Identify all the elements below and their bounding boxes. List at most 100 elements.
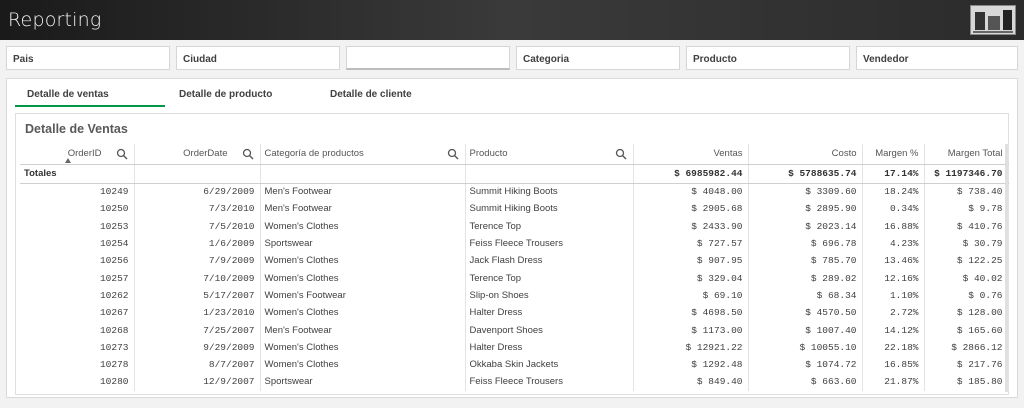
- search-icon[interactable]: [116, 148, 128, 160]
- cell-categoria[interactable]: Men's Footwear: [260, 200, 466, 218]
- cell-ventas[interactable]: $ 69.10: [633, 286, 749, 305]
- cell-margen-total[interactable]: $ 122.25: [924, 252, 1009, 270]
- cell-margen-pct[interactable]: 12.16%: [862, 269, 925, 287]
- cell-orderid[interactable]: 10250: [20, 200, 135, 218]
- cell-ventas[interactable]: $ 1292.48: [633, 355, 749, 374]
- tab-detalle-producto[interactable]: Detalle de producto: [179, 79, 319, 107]
- cell-producto[interactable]: Summit Hiking Boots: [465, 183, 634, 201]
- cell-orderid[interactable]: 10273: [20, 338, 135, 356]
- cell-orderid[interactable]: 10278: [20, 355, 135, 374]
- filter-ciudad[interactable]: Ciudad: [176, 46, 340, 70]
- cell-orderid[interactable]: 10267: [20, 304, 135, 322]
- cell-orderdate[interactable]: 7/5/2010: [134, 217, 261, 235]
- cell-categoria[interactable]: Women's Clothes: [260, 217, 466, 235]
- filter-vendedor[interactable]: Vendedor: [856, 46, 1018, 70]
- cell-ventas[interactable]: $ 849.40: [633, 373, 749, 391]
- cell-orderid[interactable]: 10257: [20, 269, 135, 287]
- table-row[interactable]: 10257 7/10/2009 Women's Clothes Terence Top…: [20, 269, 1009, 287]
- cell-margen-total[interactable]: $ 128.00: [924, 304, 1009, 322]
- cell-ventas[interactable]: $ 4048.00: [633, 183, 749, 201]
- cell-orderid[interactable]: 10249: [20, 183, 135, 201]
- vertical-scrollbar[interactable]: [1005, 144, 1008, 392]
- cell-costo[interactable]: $ 2895.90: [748, 200, 863, 218]
- cell-orderdate[interactable]: 1/6/2009: [134, 234, 261, 253]
- cell-producto[interactable]: Feiss Fleece Trousers: [465, 373, 634, 391]
- cell-costo[interactable]: $ 4570.50: [748, 304, 863, 322]
- cell-margen-total[interactable]: $ 410.76: [924, 217, 1009, 235]
- cell-margen-pct[interactable]: 16.88%: [862, 217, 925, 235]
- cell-margen-total[interactable]: $ 165.60: [924, 321, 1009, 339]
- cell-margen-pct[interactable]: 13.46%: [862, 252, 925, 270]
- col-orderdate[interactable]: OrderDate: [134, 144, 261, 165]
- cell-producto[interactable]: Summit Hiking Boots: [465, 200, 634, 218]
- cell-costo[interactable]: $ 785.70: [748, 252, 863, 270]
- cell-producto[interactable]: Feiss Fleece Trousers: [465, 234, 634, 253]
- cell-orderid[interactable]: 10280: [20, 373, 135, 391]
- table-row[interactable]: 10256 7/9/2009 Women's Clothes Jack Flash D…: [20, 252, 1009, 270]
- cell-costo[interactable]: $ 289.02: [748, 269, 863, 287]
- cell-margen-pct[interactable]: 22.18%: [862, 338, 925, 356]
- cell-ventas[interactable]: $ 12921.22: [633, 338, 749, 356]
- cell-orderdate[interactable]: 7/3/2010: [134, 200, 261, 218]
- cell-categoria[interactable]: Sportswear: [260, 373, 466, 391]
- cell-categoria[interactable]: Men's Footwear: [260, 183, 466, 201]
- cell-categoria[interactable]: Women's Clothes: [260, 338, 466, 356]
- cell-ventas[interactable]: $ 907.95: [633, 252, 749, 270]
- cell-margen-pct[interactable]: 21.87%: [862, 373, 925, 391]
- cell-orderdate[interactable]: 5/17/2007: [134, 286, 261, 305]
- table-row[interactable]: 10280 12/9/2007 Sportswear Feiss Fleece Tro…: [20, 373, 1009, 391]
- tab-detalle-cliente[interactable]: Detalle de cliente: [330, 79, 470, 107]
- table-row[interactable]: 10278 8/7/2007 Women's Clothes Okkaba Skin …: [20, 355, 1009, 374]
- cell-margen-total[interactable]: $ 9.78: [924, 200, 1009, 218]
- cell-categoria[interactable]: Men's Footwear: [260, 321, 466, 339]
- cell-costo[interactable]: $ 1007.40: [748, 321, 863, 339]
- cell-ventas[interactable]: $ 2433.90: [633, 217, 749, 235]
- cell-margen-total[interactable]: $ 30.79: [924, 234, 1009, 253]
- cell-orderdate[interactable]: 8/7/2007: [134, 355, 261, 374]
- cell-margen-pct[interactable]: 18.24%: [862, 183, 925, 201]
- cell-margen-pct[interactable]: 16.85%: [862, 355, 925, 374]
- cell-categoria[interactable]: Women's Clothes: [260, 355, 466, 374]
- cell-orderdate[interactable]: 7/9/2009: [134, 252, 261, 270]
- cell-categoria[interactable]: Women's Footwear: [260, 286, 466, 305]
- col-producto[interactable]: Producto: [465, 144, 634, 165]
- cell-producto[interactable]: Halter Dress: [465, 304, 634, 322]
- cell-ventas[interactable]: $ 1173.00: [633, 321, 749, 339]
- table-row[interactable]: 10262 5/17/2007 Women's Footwear Slip-on Sh…: [20, 286, 1009, 305]
- cell-orderdate[interactable]: 9/29/2009: [134, 338, 261, 356]
- cell-margen-total[interactable]: $ 2866.12: [924, 338, 1009, 356]
- table-row[interactable]: 10254 1/6/2009 Sportswear Feiss Fleece Trou…: [20, 234, 1009, 253]
- cell-margen-pct[interactable]: 14.12%: [862, 321, 925, 339]
- cell-costo[interactable]: $ 1074.72: [748, 355, 863, 374]
- cell-producto[interactable]: Slip-on Shoes: [465, 286, 634, 305]
- cell-margen-total[interactable]: $ 185.80: [924, 373, 1009, 391]
- cell-producto[interactable]: Okkaba Skin Jackets: [465, 355, 634, 374]
- table-row[interactable]: 10268 7/25/2007 Men's Footwear Davenport Sh…: [20, 321, 1009, 339]
- cell-costo[interactable]: $ 3309.60: [748, 183, 863, 201]
- col-margen-total[interactable]: Margen Total: [924, 144, 1009, 165]
- cell-margen-pct[interactable]: 1.10%: [862, 286, 925, 305]
- col-margen-pct[interactable]: Margen %: [862, 144, 925, 165]
- cell-producto[interactable]: Jack Flash Dress: [465, 252, 634, 270]
- cell-margen-total[interactable]: $ 0.76: [924, 286, 1009, 305]
- cell-ventas[interactable]: $ 4698.50: [633, 304, 749, 322]
- table-row[interactable]: 10273 9/29/2009 Women's Clothes Halter Dres…: [20, 338, 1009, 356]
- cell-orderid[interactable]: 10256: [20, 252, 135, 270]
- cell-producto[interactable]: Terence Top: [465, 217, 634, 235]
- cell-categoria[interactable]: Women's Clothes: [260, 269, 466, 287]
- filter-empty[interactable]: [346, 46, 510, 70]
- cell-orderid[interactable]: 10254: [20, 234, 135, 253]
- cell-margen-pct[interactable]: 0.34%: [862, 200, 925, 218]
- col-categoria[interactable]: Categoría de productos: [260, 144, 466, 165]
- cell-ventas[interactable]: $ 727.57: [633, 234, 749, 253]
- filter-categoria[interactable]: Categoria: [516, 46, 680, 70]
- search-icon[interactable]: [447, 148, 459, 160]
- cell-producto[interactable]: Halter Dress: [465, 338, 634, 356]
- cell-margen-pct[interactable]: 2.72%: [862, 304, 925, 322]
- table-row[interactable]: 10253 7/5/2010 Women's Clothes Terence Top $…: [20, 217, 1009, 235]
- cell-categoria[interactable]: Women's Clothes: [260, 252, 466, 270]
- col-costo[interactable]: Costo: [748, 144, 863, 165]
- cell-margen-pct[interactable]: 4.23%: [862, 234, 925, 253]
- tab-detalle-ventas[interactable]: Detalle de ventas: [15, 79, 165, 107]
- cell-margen-total[interactable]: $ 40.02: [924, 269, 1009, 287]
